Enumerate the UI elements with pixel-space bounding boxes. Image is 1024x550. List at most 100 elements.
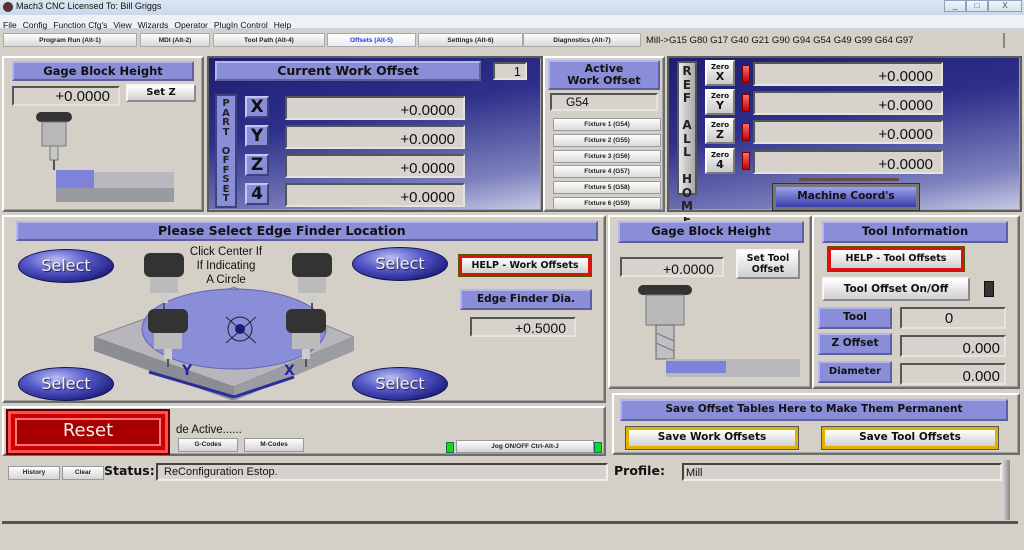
- zero-axis-label: 4: [716, 158, 724, 171]
- tab-offsets[interactable]: Offsets (Alt-5): [327, 33, 416, 47]
- save-work-offsets-button[interactable]: Save Work Offsets: [625, 426, 799, 450]
- machine-y-value[interactable]: +0.0000: [753, 91, 943, 115]
- save-offsets-title: Save Offset Tables Here to Make Them Per…: [620, 399, 1008, 421]
- tab-program-run[interactable]: Program Run (Alt-1): [3, 33, 137, 47]
- gcodes-button[interactable]: G-Codes: [178, 438, 238, 452]
- tab-mdi[interactable]: MDI (Alt-2): [140, 33, 210, 47]
- work-offset-x-value[interactable]: +0.0000: [285, 96, 465, 120]
- tool-offset-led: [984, 281, 994, 297]
- zero-x-button[interactable]: Zero X: [705, 60, 735, 86]
- minimize-button[interactable]: _: [944, 0, 966, 12]
- fixture-6-button[interactable]: Fixture 6 (G59): [553, 197, 661, 210]
- work-offset-number[interactable]: 1: [493, 62, 527, 80]
- y-ref-led: [742, 94, 750, 112]
- menu-bar: File Config Function Cfg's View Wizards Opera…: [0, 15, 1024, 30]
- fixture-5-button[interactable]: Fixture 5 (G58): [553, 181, 661, 194]
- tab-tool-path[interactable]: Tool Path (Alt-4): [213, 33, 325, 47]
- close-button[interactable]: X: [988, 0, 1022, 12]
- title-bar: Mach3 CNC Licensed To: Bill Griggs _ □ X: [0, 0, 1024, 15]
- status-label: Status:: [104, 463, 155, 478]
- diameter-value[interactable]: 0.000: [900, 363, 1006, 385]
- tool-gage-block-value[interactable]: +0.0000: [620, 257, 724, 277]
- diameter-label: Diameter: [818, 361, 892, 383]
- maximize-button[interactable]: □: [966, 0, 988, 12]
- modal-gcode-status: Mill->G15 G80 G17 G40 G21 G90 G94 G54 G4…: [643, 33, 1005, 48]
- fixture-4-button[interactable]: Fixture 4 (G57): [553, 165, 661, 178]
- tab-diagnostics[interactable]: Diagnostics (Alt-7): [523, 33, 641, 47]
- axis-4-button[interactable]: 4: [245, 183, 269, 205]
- hint-line-1: Click Center If: [189, 246, 263, 258]
- machine-4-value[interactable]: +0.0000: [753, 150, 943, 174]
- zero-y-button[interactable]: Zero Y: [705, 89, 735, 115]
- z-offset-value[interactable]: 0.000: [900, 335, 1006, 357]
- work-offset-z-value[interactable]: +0.0000: [285, 154, 465, 178]
- current-work-offset-title: Current Work Offset: [215, 61, 481, 81]
- status-message: ReConfiguration Estop.: [156, 463, 608, 481]
- edge-finder-title: Please Select Edge Finder Location: [16, 221, 598, 241]
- circle-center-hint: Click Center If If Indicating A Circle: [178, 245, 274, 287]
- jog-toggle-button[interactable]: Jog ON/OFF Ctrl-Alt-J: [456, 440, 594, 453]
- active-work-offset-panel: Active Work Offset G54 Fixture 1 (G54) F…: [543, 56, 665, 212]
- profile-label: Profile:: [614, 463, 665, 478]
- history-button[interactable]: History: [8, 466, 60, 480]
- 4-ref-led: [742, 152, 750, 170]
- active-work-offset-title-line2: Work Offset: [567, 74, 641, 87]
- machine-x-value[interactable]: +0.0000: [753, 62, 943, 86]
- part-offset-label: PARTOFFSET: [215, 94, 237, 208]
- tool-label: Tool: [818, 307, 892, 329]
- work-offset-4-value[interactable]: +0.0000: [285, 183, 465, 207]
- tool-gage-illustration: [638, 285, 800, 377]
- zero-axis-label: X: [715, 70, 725, 83]
- clear-button[interactable]: Clear: [62, 466, 104, 480]
- reset-button[interactable]: Reset: [6, 409, 170, 455]
- mode-active-text: de Active......: [176, 424, 242, 436]
- app-icon: [3, 2, 13, 12]
- active-work-offset-title: Active Work Offset: [548, 60, 660, 90]
- ref-all-home-button[interactable]: REFALLHOME: [677, 61, 697, 226]
- axis-x-button[interactable]: X: [245, 96, 269, 118]
- hint-line-2: If Indicating: [196, 260, 256, 272]
- machine-z-value[interactable]: +0.0000: [753, 120, 943, 144]
- z-offset-label: Z Offset: [818, 333, 892, 355]
- fixture-1-button[interactable]: Fixture 1 (G54): [553, 118, 661, 131]
- set-z-button[interactable]: Set Z: [126, 84, 196, 102]
- set-tool-offset-line2: Offset: [751, 264, 785, 275]
- zero-z-button[interactable]: Zero Z: [705, 118, 735, 144]
- hint-line-3: A Circle: [206, 274, 246, 286]
- set-tool-offset-button[interactable]: Set Tool Offset: [736, 249, 800, 279]
- machine-coords-led: [799, 178, 899, 181]
- edge-finder-title-text: Please Select Edge Finder Location: [158, 223, 406, 238]
- tool-information-title: Tool Information: [822, 221, 1008, 243]
- x-axis-label: X: [284, 363, 295, 379]
- tab-settings[interactable]: Settings (Alt-6): [418, 33, 523, 47]
- status-area-edge: [1002, 460, 1010, 520]
- edge-finder-panel: Please Select Edge Finder Location Selec…: [2, 215, 606, 403]
- gage-block-panel: Gage Block Height +0.0000 Set Z: [2, 56, 204, 212]
- zero-axis-label: Y: [716, 99, 724, 112]
- work-offset-y-value[interactable]: +0.0000: [285, 125, 465, 149]
- edge-finder-dia-value[interactable]: +0.5000: [470, 317, 576, 337]
- control-row-panel: Reset de Active...... G-Codes M-Codes Jo…: [2, 406, 606, 456]
- machine-coords-button[interactable]: Machine Coord's: [772, 183, 920, 211]
- gage-block-value[interactable]: +0.0000: [12, 86, 120, 106]
- tool-gage-block-panel: Gage Block Height +0.0000 Set Tool Offse…: [608, 215, 812, 389]
- x-ref-led: [742, 65, 750, 83]
- fixture-3-button[interactable]: Fixture 3 (G56): [553, 150, 661, 163]
- current-work-offset-panel: Current Work Offset 1 PARTOFFSET X +0.00…: [207, 56, 543, 212]
- select-top-right-button[interactable]: Select: [352, 247, 448, 281]
- help-tool-offsets-button[interactable]: HELP - Tool Offsets: [827, 246, 965, 272]
- zero-4-button[interactable]: Zero 4: [705, 148, 735, 174]
- mcodes-button[interactable]: M-Codes: [244, 438, 304, 452]
- tool-number-value[interactable]: 0: [900, 307, 1006, 329]
- help-work-offsets-button[interactable]: HELP - Work Offsets: [458, 254, 592, 277]
- select-bottom-right-button[interactable]: Select: [352, 367, 448, 401]
- active-work-offset-value: G54: [550, 93, 658, 111]
- fixture-2-button[interactable]: Fixture 2 (G55): [553, 134, 661, 147]
- jog-led-left: [446, 442, 454, 453]
- axis-y-button[interactable]: Y: [245, 125, 269, 147]
- tool-offset-toggle-button[interactable]: Tool Offset On/Off: [822, 277, 970, 301]
- axis-z-button[interactable]: Z: [245, 154, 269, 176]
- save-tool-offsets-button[interactable]: Save Tool Offsets: [821, 426, 999, 450]
- reset-label: Reset: [15, 418, 161, 446]
- set-tool-offset-line1: Set Tool: [746, 253, 790, 264]
